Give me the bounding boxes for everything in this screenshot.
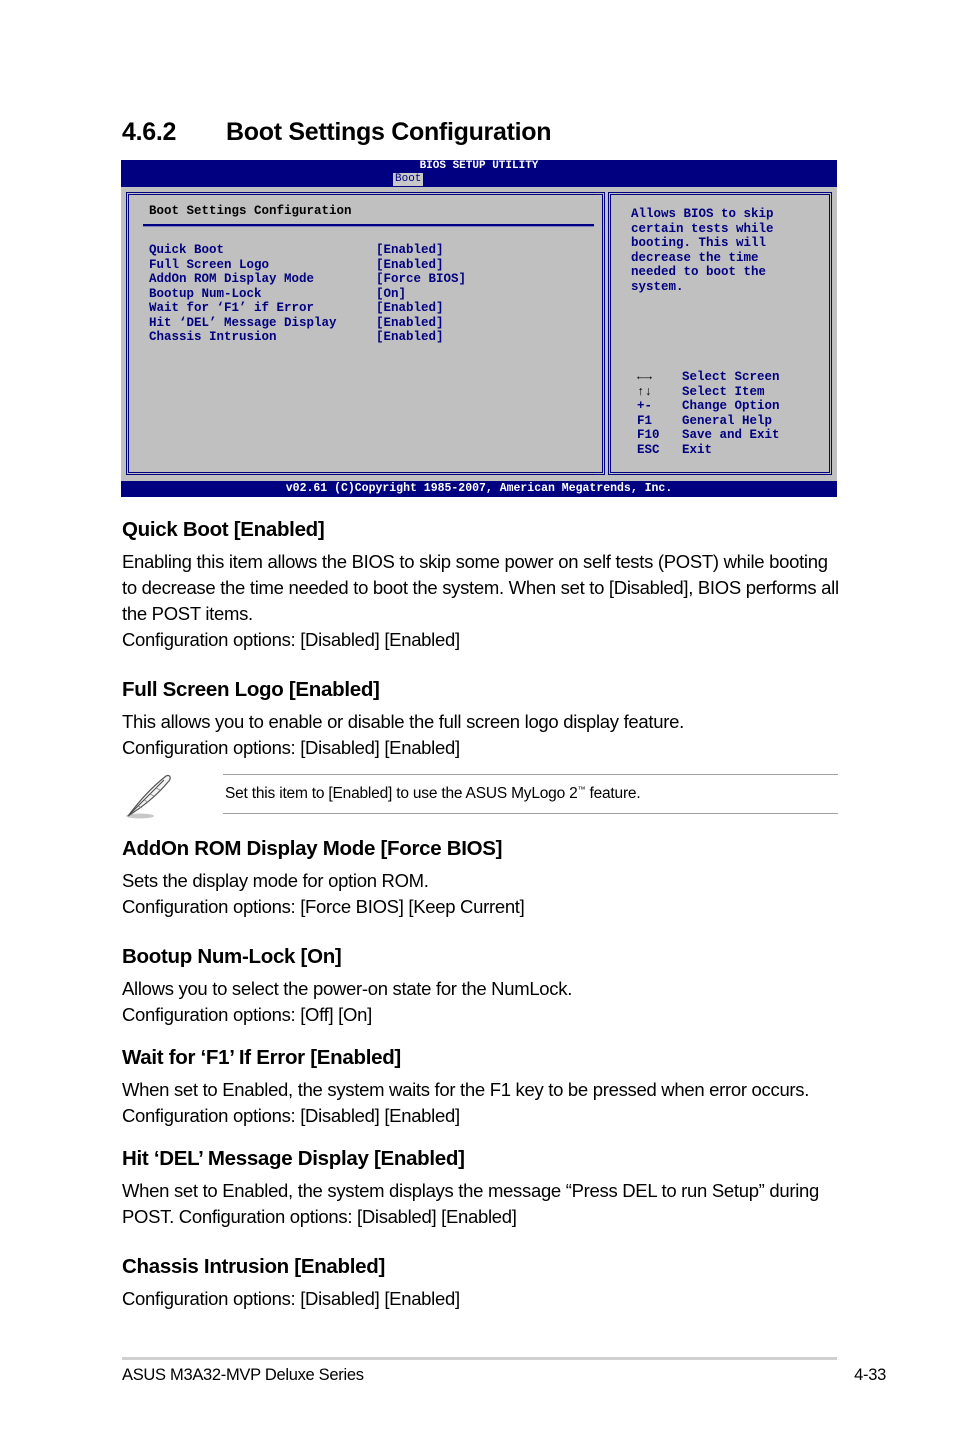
section-heading: Full Screen Logo [Enabled] [122, 678, 380, 701]
bios-item-full-screen-logo[interactable]: Full Screen Logo [Enabled] [149, 258, 466, 273]
section-body: When set to Enabled, the system displays… [122, 1180, 820, 1227]
up-down-arrows-icon: ↑↓ [637, 384, 653, 399]
section-heading: Wait for ‘F1’ If Error [Enabled] [122, 1046, 401, 1069]
key-row: ESC Exit [637, 443, 780, 458]
bios-item-bootup-num-lock[interactable]: Bootup Num-Lock [On] [149, 287, 466, 302]
bios-key-legend: ←→ Select Screen ↑↓ Select Item +- Change O… [637, 370, 780, 457]
key-row: +- Change Option [637, 399, 780, 414]
bios-item-wait-f1-if-error[interactable]: Wait for ‘F1’ if Error [Enabled] [149, 301, 466, 316]
bios-item-addon-rom-display-mode[interactable]: AddOn ROM Display Mode [Force BIOS] [149, 272, 466, 287]
bios-panel-heading: Boot Settings Configuration [149, 204, 352, 218]
bios-item-label: Full Screen Logo [149, 257, 270, 272]
section-heading: Hit ‘DEL’ Message Display [Enabled] [122, 1147, 465, 1170]
bios-item-label: Chassis Intrusion [149, 330, 277, 344]
page-title: 4.6.2 Boot Settings Configuration [122, 118, 552, 147]
section-quick-boot: Quick Boot [Enabled] Enabling this item … [122, 517, 842, 653]
footer-product-name: ASUS M3A32-MVP Deluxe Series [122, 1366, 364, 1384]
section-options: Configuration options: [Off] [On] [122, 1004, 372, 1025]
left-right-arrows-icon: ←→ [637, 370, 653, 384]
key-action: Select Screen [682, 370, 780, 384]
bios-item-label: Hit ‘DEL’ Message Display [149, 315, 337, 330]
section-body: When set to Enabled, the system waits fo… [122, 1079, 810, 1126]
bios-item-value: [Enabled] [376, 243, 444, 257]
bios-copyright: v02.61 (C)Copyright 1985-2007, American … [285, 482, 673, 495]
bios-item-value: [Enabled] [376, 257, 444, 272]
key-label: +- [637, 399, 653, 413]
bios-item-label: Bootup Num-Lock [149, 286, 262, 301]
bios-item-label: AddOn ROM Display Mode [149, 272, 315, 286]
section-wait-f1: Wait for ‘F1’ If Error [Enabled] When se… [122, 1045, 842, 1129]
note-text-end: feature. [585, 785, 641, 803]
key-action: Select Item [682, 384, 765, 399]
section-body: Allows you to select the power-on state … [122, 978, 573, 999]
key-action: General Help [682, 413, 773, 428]
section-hit-del: Hit ‘DEL’ Message Display [Enabled] When… [122, 1146, 842, 1230]
bios-item-value: [Enabled] [376, 315, 444, 330]
key-action: Exit [682, 442, 713, 457]
section-options: Configuration options: [Disabled] [Enabl… [122, 629, 460, 650]
key-action: Save and Exit [682, 428, 780, 442]
key-row: ↑↓ Select Item [637, 385, 780, 400]
section-body: Sets the display mode for option ROM. [122, 870, 429, 891]
section-body: This allows you to enable or disable the… [122, 711, 684, 732]
bios-body: Boot Settings Configuration Quick Boot [E… [121, 187, 837, 481]
bios-item-label: Wait for ‘F1’ if Error [149, 301, 315, 315]
bios-item-value: [On] [376, 286, 407, 301]
bios-tab-boot[interactable]: Boot [393, 173, 424, 186]
bios-settings-panel: Boot Settings Configuration Quick Boot [E… [126, 192, 605, 475]
key-row: F10 Save and Exit [637, 428, 780, 443]
bios-item-list: Quick Boot [Enabled] Full Screen Logo [Ena… [149, 243, 466, 345]
bios-item-label: Quick Boot [149, 243, 225, 257]
section-chassis-intrusion: Chassis Intrusion [Enabled] Configuratio… [122, 1254, 842, 1312]
key-row: F1 General Help [637, 414, 780, 429]
section-body: Enabling this item allows the BIOS to sk… [122, 551, 839, 624]
bios-screenshot: BIOS SETUP UTILITY Boot Boot Settings Co… [121, 160, 837, 497]
section-heading: Quick Boot [Enabled] [122, 518, 325, 541]
section-full-screen-logo: Full Screen Logo [Enabled] This allows y… [122, 677, 842, 761]
section-options: Configuration options: [Disabled] [Enabl… [122, 1288, 460, 1309]
bios-item-value: [Force BIOS] [376, 272, 467, 286]
note-text-main: Set this item to [Enabled] to use the AS… [225, 785, 578, 803]
key-label: F10 [637, 428, 660, 442]
bios-item-quick-boot[interactable]: Quick Boot [Enabled] [149, 243, 466, 258]
section-options: Configuration options: [Force BIOS] [Kee… [122, 896, 525, 917]
section-bootup-num-lock: Bootup Num-Lock [On] Allows you to selec… [122, 944, 842, 1028]
note-box: Set this item to [Enabled] to use the AS… [223, 774, 838, 814]
feather-pen-icon [126, 774, 171, 819]
key-row: ←→ Select Screen [637, 370, 780, 385]
footer-divider [122, 1357, 837, 1360]
note-callout: Set this item to [Enabled] to use the AS… [122, 770, 838, 819]
key-label: F1 [637, 413, 653, 428]
bios-title: BIOS SETUP UTILITY [419, 160, 539, 172]
section-number: 4.6.2 [122, 118, 177, 146]
section-options: Configuration options: [Disabled] [Enabl… [122, 737, 460, 758]
page-number: 4-33 [854, 1366, 886, 1384]
key-label: ESC [637, 442, 660, 457]
section-heading: AddOn ROM Display Mode [Force BIOS] [122, 837, 503, 860]
note-text: Set this item to [Enabled] to use the AS… [225, 785, 641, 803]
section-title-text: Boot Settings Configuration [226, 118, 552, 146]
key-action: Change Option [682, 399, 780, 413]
bios-item-hit-del-message[interactable]: Hit ‘DEL’ Message Display [Enabled] [149, 316, 466, 331]
bios-help-text: Allows BIOS to skip certain tests while … [631, 207, 774, 294]
section-heading: Chassis Intrusion [Enabled] [122, 1255, 385, 1278]
bios-item-value: [Enabled] [376, 301, 444, 315]
bios-item-value: [Enabled] [376, 330, 444, 344]
bios-item-chassis-intrusion[interactable]: Chassis Intrusion [Enabled] [149, 330, 466, 345]
section-heading: Bootup Num-Lock [On] [122, 945, 342, 968]
bios-help-panel: Allows BIOS to skip certain tests while … [608, 192, 832, 475]
bios-divider [143, 224, 594, 227]
section-addon-rom: AddOn ROM Display Mode [Force BIOS] Sets… [122, 836, 842, 920]
